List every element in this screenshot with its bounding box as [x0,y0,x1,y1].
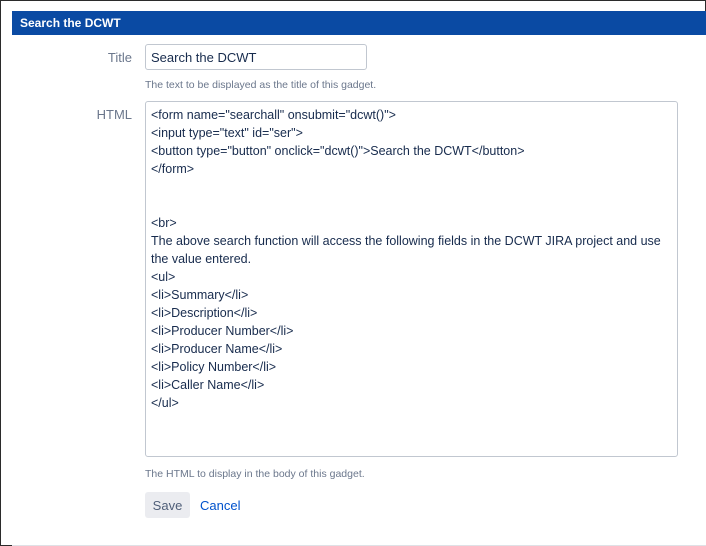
title-field-label: Title [107,50,132,65]
html-textarea[interactable]: <form name="searchall" onsubmit="dcwt()"… [145,101,678,457]
title-help-text: The text to be displayed as the title of… [145,79,377,91]
screenshot-frame: Search the DCWT Title The text to be dis… [0,0,706,546]
panel-header-title: Search the DCWT [20,16,121,30]
html-help-text: The HTML to display in the body of this … [145,468,365,480]
gadget-config-panel: Search the DCWT Title The text to be dis… [12,11,706,546]
panel-header: Search the DCWT [12,11,706,35]
save-button[interactable]: Save [145,492,190,518]
title-input[interactable] [145,44,367,70]
html-field-label: HTML [96,107,132,122]
cancel-link[interactable]: Cancel [200,498,240,513]
